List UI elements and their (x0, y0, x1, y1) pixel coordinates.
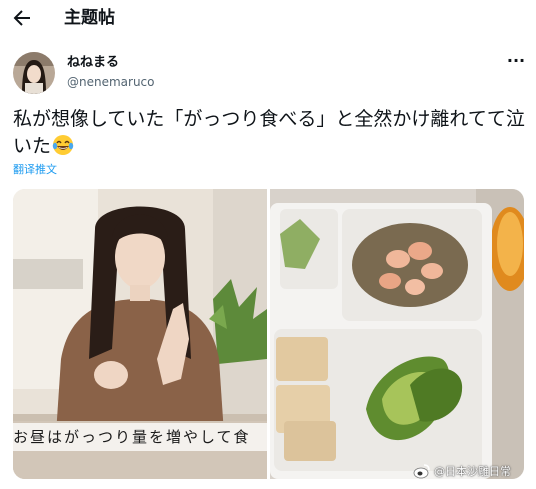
photo-caption: お昼はがっつり量を増やして食 (13, 423, 267, 451)
face-with-tears-of-joy-icon (52, 134, 74, 164)
avatar-image (13, 52, 55, 94)
watermark: @日本沙雕日常 (413, 462, 511, 480)
arrow-left-icon (13, 10, 30, 26)
author-handle[interactable]: @nenemaruco (67, 74, 155, 90)
photo-caption-text: お昼はがっつり量を増やして食 (13, 428, 251, 446)
more-horizontal-icon: ··· (506, 51, 526, 70)
tweet-text: 私が想像していた「がっつり食べる」と全然かけ離れてて泣いた (13, 106, 528, 164)
photo-grid: お昼はがっつり量を増やして食 (13, 189, 524, 479)
more-options-button[interactable]: ··· (502, 52, 530, 72)
author-display-name[interactable]: ねねまる (67, 55, 119, 71)
weibo-icon (413, 464, 430, 479)
page-title: 主题帖 (64, 8, 115, 28)
translate-tweet-link[interactable]: 翻译推文 (13, 163, 57, 177)
back-button[interactable] (10, 6, 34, 30)
watermark-text: @日本沙雕日常 (434, 465, 511, 478)
photo-woman-eating[interactable]: お昼はがっつり量を増やして食 (13, 189, 267, 479)
avatar[interactable] (13, 52, 55, 94)
tweet-body: 私が想像していた「がっつり食べる」と全然かけ離れてて泣いた (13, 108, 525, 157)
top-bar: 主题帖 (0, 0, 536, 36)
photo-meal-tray[interactable] (270, 189, 524, 479)
photo-meal-tray-image (270, 189, 524, 479)
